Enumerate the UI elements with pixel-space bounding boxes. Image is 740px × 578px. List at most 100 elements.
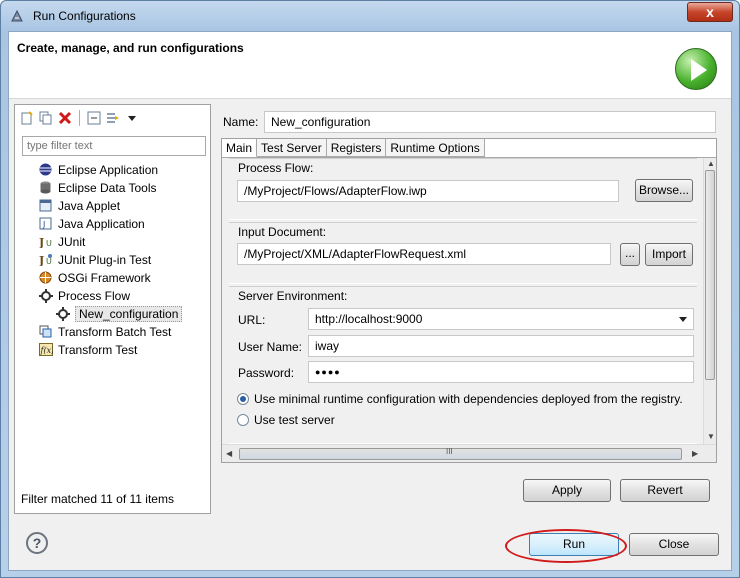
tree-item-label: Transform Batch Test <box>58 324 172 339</box>
scroll-up-icon[interactable]: ▲ <box>707 159 715 168</box>
tree-item-transform-batch-test[interactable]: Transform Batch Test <box>38 323 171 340</box>
radio-unselected-indicator <box>237 414 249 426</box>
tab-registers[interactable]: Registers <box>326 139 387 157</box>
tree-item-junit-plugin-test[interactable]: JU JUnit Plug-in Test <box>38 251 152 268</box>
transform-batch-icon <box>38 324 53 339</box>
vertical-scrollbar[interactable]: ▲ ▼ <box>703 158 716 444</box>
run-configurations-window: Run Configurations x Create, manage, and… <box>0 0 740 578</box>
tree-item-new-configuration[interactable]: New_configuration <box>55 305 183 322</box>
help-icon[interactable]: ? <box>26 532 48 554</box>
database-icon <box>38 180 53 195</box>
input-document-field[interactable]: /MyProject/XML/AdapterFlowRequest.xml <box>237 243 611 265</box>
tree-item-label: Java Application <box>58 216 145 231</box>
delete-icon[interactable] <box>57 110 73 126</box>
main-tab-content: Process Flow: /MyProject/Flows/AdapterFl… <box>222 158 703 444</box>
svg-text:f(x): f(x) <box>39 346 53 355</box>
apply-button[interactable]: Apply <box>523 479 611 502</box>
process-flow-icon <box>55 306 70 321</box>
tree-item-label: Eclipse Data Tools <box>58 180 157 195</box>
radio-selected-indicator <box>237 393 249 405</box>
close-button[interactable]: Close <box>629 533 719 556</box>
tree-item-label: Process Flow <box>58 288 131 303</box>
eclipse-icon <box>38 162 53 177</box>
junit-icon: JU <box>38 234 53 249</box>
svg-text:J: J <box>39 254 44 266</box>
filter-input[interactable] <box>22 136 206 156</box>
tree-item-label: Eclipse Application <box>58 162 159 177</box>
test-server-radio[interactable]: Use test server <box>237 413 335 427</box>
tree-item-label: JUnit <box>58 234 86 249</box>
scroll-left-icon[interactable]: ◀ <box>226 449 232 458</box>
configuration-list-panel: Eclipse Application Eclipse Data Tools J… <box>14 104 211 514</box>
app-icon <box>11 9 23 22</box>
svg-text:J: J <box>39 236 44 248</box>
url-label: URL: <box>238 313 266 327</box>
password-field[interactable]: ●●●● <box>308 361 694 383</box>
tree-item-eclipse-application[interactable]: Eclipse Application <box>38 161 158 178</box>
applet-icon <box>38 198 53 213</box>
svg-text:U: U <box>46 257 52 266</box>
title-bar: Run Configurations x <box>1 1 739 31</box>
server-environment-group: Server Environment: URL: http://localhos… <box>229 286 697 444</box>
vertical-scroll-thumb[interactable] <box>705 170 715 380</box>
tree-item-process-flow[interactable]: Process Flow <box>38 287 130 304</box>
window-close-button[interactable]: x <box>687 2 733 22</box>
scroll-grip: III <box>446 447 453 456</box>
scroll-down-icon[interactable]: ▼ <box>707 432 715 441</box>
scroll-right-icon[interactable]: ▶ <box>692 449 698 458</box>
browse-button[interactable]: Browse... <box>635 179 693 202</box>
filter-status: Filter matched 11 of 11 items <box>21 492 174 506</box>
tab-test-server[interactable]: Test Server <box>257 139 327 157</box>
tree-item-label: New_configuration <box>75 305 183 322</box>
revert-button[interactable]: Revert <box>620 479 710 502</box>
horizontal-scroll-thumb[interactable]: III <box>239 447 682 460</box>
dialog-header: Create, manage, and run configurations <box>9 32 731 99</box>
collapse-all-icon[interactable] <box>86 110 102 126</box>
run-button-highlight <box>505 529 627 563</box>
server-environment-label: Server Environment: <box>238 289 348 303</box>
duplicate-icon[interactable] <box>38 110 54 126</box>
tree-item-label: OSGi Framework <box>58 270 151 285</box>
chevron-down-icon[interactable] <box>124 110 140 126</box>
header-title: Create, manage, and run configurations <box>17 41 244 55</box>
dialog-client: Create, manage, and run configurations t… <box>8 31 732 571</box>
password-label: Password: <box>238 366 295 380</box>
junit-plugin-icon: JU <box>38 252 53 267</box>
tree-item-label: Java Applet <box>58 198 121 213</box>
tree-item-eclipse-data-tools[interactable]: Eclipse Data Tools <box>38 179 157 196</box>
test-server-label: Use test server <box>254 413 335 427</box>
tree-item-osgi-framework[interactable]: OSGi Framework <box>38 269 151 286</box>
toolbar-separator <box>79 110 80 126</box>
tree-item-label: Transform Test <box>58 342 138 357</box>
osgi-icon <box>38 270 53 285</box>
chevron-down-icon <box>679 317 687 322</box>
process-flow-group: Process Flow: /MyProject/Flows/AdapterFl… <box>229 158 697 220</box>
import-button[interactable]: Import <box>645 243 693 266</box>
user-name-field[interactable]: iway <box>308 335 694 357</box>
tree-item-java-applet[interactable]: Java Applet <box>38 197 120 214</box>
minimal-runtime-radio[interactable]: Use minimal runtime configuration with d… <box>237 392 683 406</box>
run-banner-icon <box>675 48 717 90</box>
name-label: Name: <box>223 115 259 129</box>
process-flow-icon <box>38 288 53 303</box>
filter-icon[interactable] <box>105 110 121 126</box>
tree-item-java-application[interactable]: J Java Application <box>38 215 145 232</box>
tree-item-junit[interactable]: JU JUnit <box>38 233 86 250</box>
svg-text:U: U <box>46 239 52 248</box>
horizontal-scrollbar[interactable]: ◀ III ▶ <box>222 444 716 462</box>
name-field[interactable]: New_configuration <box>264 111 716 133</box>
process-flow-label: Process Flow: <box>238 161 314 175</box>
input-document-group: Input Document: /MyProject/XML/AdapterFl… <box>229 222 697 284</box>
user-name-label: User Name: <box>238 340 303 354</box>
new-config-icon[interactable] <box>19 110 35 126</box>
url-dropdown[interactable]: http://localhost:9000 <box>308 308 694 330</box>
tab-runtime-options[interactable]: Runtime Options <box>386 139 485 157</box>
tab-main[interactable]: Main <box>222 139 258 157</box>
process-flow-field[interactable]: /MyProject/Flows/AdapterFlow.iwp <box>237 180 619 202</box>
tree-item-transform-test[interactable]: f(x) Transform Test <box>38 341 137 358</box>
input-document-browse-button[interactable]: ... <box>620 243 640 266</box>
configuration-tabs-panel: Main Test Server Registers Runtime Optio… <box>221 138 717 463</box>
minimal-runtime-label: Use minimal runtime configuration with d… <box>254 392 683 406</box>
function-icon: f(x) <box>38 342 53 357</box>
java-app-icon: J <box>38 216 53 231</box>
